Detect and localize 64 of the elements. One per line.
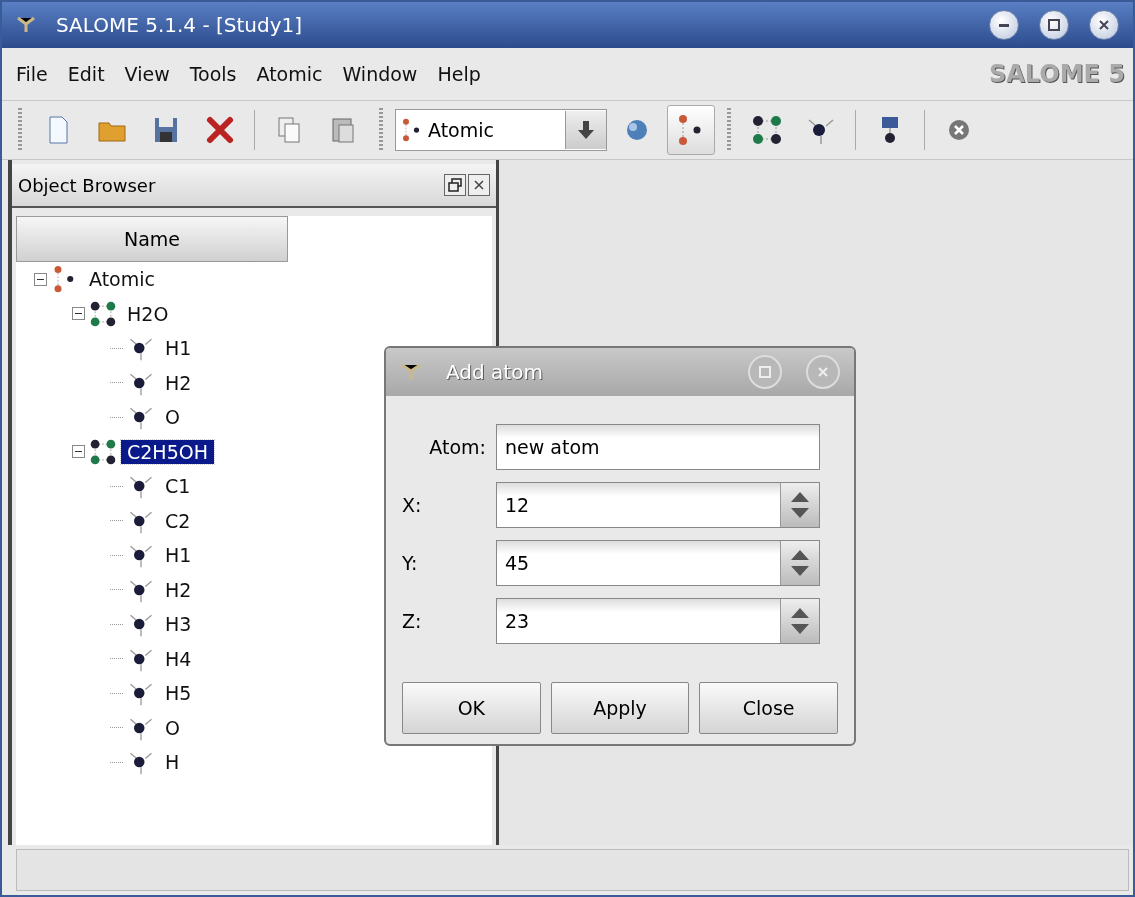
tree-item[interactable]: C2 bbox=[159, 508, 197, 533]
tree-item[interactable]: O bbox=[159, 715, 186, 740]
app-icon bbox=[16, 16, 36, 34]
module-dropdown[interactable]: Atomic bbox=[395, 109, 607, 151]
tree-item[interactable]: H2 bbox=[159, 577, 198, 602]
close-icon bbox=[817, 366, 829, 378]
tree-item[interactable]: H1 bbox=[159, 336, 198, 361]
column-header[interactable]: Name bbox=[16, 216, 288, 262]
delete-icon bbox=[204, 114, 236, 146]
molecule-icon bbox=[89, 299, 117, 328]
dialog-button[interactable]: Close bbox=[699, 682, 838, 734]
float-button[interactable] bbox=[444, 174, 466, 196]
tree-item[interactable]: H3 bbox=[159, 612, 198, 637]
panel-title: Object Browser bbox=[18, 174, 157, 196]
tree-item[interactable]: C2H5OH bbox=[121, 439, 214, 464]
spin-box[interactable]: 45 bbox=[496, 540, 820, 586]
tree-item[interactable]: H2O bbox=[121, 301, 175, 326]
spin-box[interactable]: 23 bbox=[496, 598, 820, 644]
dialog-title: Add atom bbox=[446, 360, 544, 384]
maximize-button[interactable] bbox=[1039, 10, 1069, 40]
dialog-button[interactable]: Apply bbox=[550, 682, 690, 734]
app-icon bbox=[400, 362, 422, 382]
menu-item[interactable]: Tools bbox=[183, 59, 243, 89]
field-label: Atom: bbox=[428, 436, 486, 458]
molecule-icon bbox=[751, 114, 783, 146]
menu-item[interactable]: Help bbox=[431, 59, 487, 89]
tree-item[interactable]: H2 bbox=[159, 370, 198, 395]
menu-item[interactable]: Atomic bbox=[250, 59, 329, 89]
input-field[interactable]: new atom bbox=[496, 424, 820, 470]
spin-arrows-icon bbox=[789, 606, 811, 636]
close-icon bbox=[1098, 19, 1110, 31]
tree-item[interactable]: H bbox=[159, 750, 186, 775]
spin-box[interactable]: 12 bbox=[496, 482, 820, 528]
close-button[interactable] bbox=[468, 174, 490, 196]
windows-icon bbox=[448, 178, 462, 192]
close-button[interactable] bbox=[1089, 10, 1119, 40]
collapse-toggle[interactable] bbox=[72, 307, 85, 321]
tree-item[interactable]: H1 bbox=[159, 543, 198, 568]
maximize-icon bbox=[1048, 19, 1060, 31]
window-title: SALOME 5.1.4 - [Study1] bbox=[56, 13, 304, 37]
tree-item[interactable]: C1 bbox=[159, 474, 197, 499]
spin-arrows-icon bbox=[789, 548, 811, 578]
tree-item[interactable]: H4 bbox=[159, 646, 198, 671]
menu-item[interactable]: File bbox=[10, 59, 54, 89]
tree-item[interactable]: O bbox=[159, 405, 186, 430]
molecule-icon bbox=[89, 437, 117, 466]
menu-item[interactable]: View bbox=[118, 59, 176, 89]
maximize-icon bbox=[759, 366, 771, 378]
menu-item[interactable]: Window bbox=[336, 59, 424, 89]
down-arrow-icon bbox=[578, 121, 594, 139]
field-label: Z: bbox=[402, 610, 423, 632]
tree-item[interactable]: H5 bbox=[159, 681, 198, 706]
close-icon bbox=[473, 179, 485, 191]
dialog-button[interactable]: OK bbox=[402, 682, 541, 734]
field-label: X: bbox=[402, 494, 423, 516]
collapse-toggle[interactable] bbox=[34, 272, 47, 286]
spin-arrows-icon bbox=[789, 490, 811, 520]
tree-item[interactable]: Atomic bbox=[83, 267, 161, 292]
field-label: Y: bbox=[402, 552, 419, 574]
minimize-icon bbox=[999, 23, 1009, 27]
minimize-button[interactable] bbox=[989, 10, 1019, 40]
menu-item[interactable]: Edit bbox=[61, 59, 111, 89]
collapse-toggle[interactable] bbox=[72, 445, 85, 459]
logo: SALOME 5 bbox=[988, 60, 1125, 88]
